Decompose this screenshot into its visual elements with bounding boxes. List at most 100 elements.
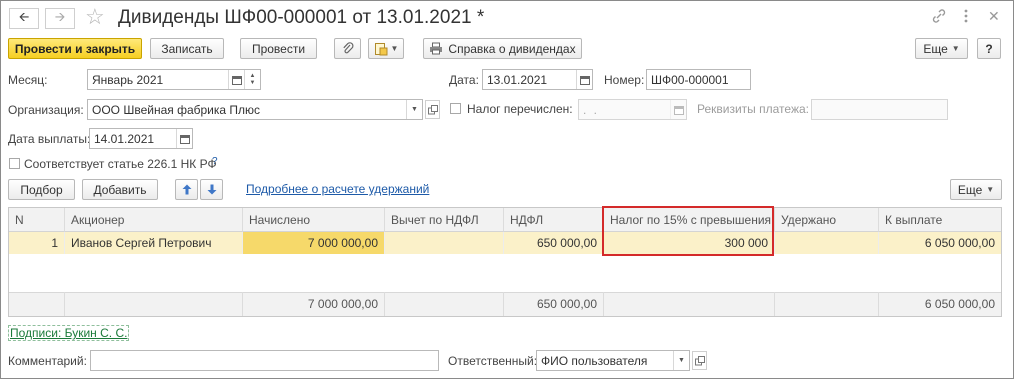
tax-transferred-date-field[interactable]: . . <box>578 99 687 120</box>
open-organization-button[interactable] <box>425 100 440 119</box>
table-more-button[interactable]: Еще ▼ <box>950 179 1002 200</box>
spin-up-icon: ▲ <box>249 72 256 79</box>
link-icon[interactable] <box>931 8 947 24</box>
comment-field[interactable] <box>90 350 439 371</box>
calendar-button[interactable] <box>670 100 686 119</box>
payout-cell[interactable]: 6 050 000,00 <box>879 232 1001 254</box>
column-header-payout[interactable]: К выплате <box>879 208 1001 232</box>
favorite-star-icon[interactable]: ☆ <box>85 5 105 29</box>
column-header-deduction[interactable]: Вычет по НДФЛ <box>385 208 504 232</box>
window-title: Дивиденды ШФ00-000001 от 13.01.2021 * <box>118 7 485 28</box>
arrow-left-icon: 🡨 <box>18 8 30 24</box>
responsible-label: Ответственный: <box>448 354 538 368</box>
responsible-field[interactable]: ФИО пользователя ▼ <box>536 350 690 371</box>
document-window: 🡨 🡪 ☆ Дивиденды ШФ00-000001 от 13.01.202… <box>0 0 1014 379</box>
create-based-on-button[interactable]: ▼ <box>368 38 404 59</box>
total-accrued-cell: 7 000 000,00 <box>243 292 385 316</box>
withheld-cell[interactable] <box>775 232 879 254</box>
calendar-button[interactable] <box>228 70 244 89</box>
pay-date-value: 14.01.2021 <box>94 131 155 146</box>
month-spinner[interactable]: ▲ ▼ <box>244 70 260 89</box>
calendar-icon <box>179 134 190 144</box>
help-button[interactable]: ? <box>977 38 1001 59</box>
organization-field[interactable]: ООО Швейная фабрика Плюс ▼ <box>87 99 423 120</box>
chevron-down-icon: ▼ <box>951 44 960 53</box>
month-value: Январь 2021 <box>92 72 164 87</box>
dividends-table: N Акционер Начислено Вычет по НДФЛ НДФЛ … <box>8 207 1002 317</box>
payment-details-label: Реквизиты платежа: <box>697 102 809 116</box>
more-vertical-icon[interactable] <box>962 7 970 25</box>
column-header-accrued[interactable]: Начислено <box>243 208 385 232</box>
post-and-close-button[interactable]: Провести и закрыть <box>8 38 142 59</box>
payment-details-field[interactable] <box>811 99 948 120</box>
move-down-button[interactable] <box>200 179 223 200</box>
responsible-value: ФИО пользователя <box>541 353 648 368</box>
post-button[interactable]: Провести <box>240 38 317 59</box>
date-field[interactable]: 13.01.2021 <box>482 69 593 90</box>
select-button[interactable]: Подбор <box>8 179 75 200</box>
column-header-ndfl[interactable]: НДФЛ <box>504 208 604 232</box>
number-value: ШФ00-000001 <box>651 72 729 87</box>
tax-transferred-date-value: . . <box>583 102 600 117</box>
month-label: Месяц: <box>8 73 48 87</box>
row-number-cell: 1 <box>9 232 65 254</box>
date-value: 13.01.2021 <box>487 72 548 87</box>
calendar-button[interactable] <box>576 70 592 89</box>
total-n-cell <box>9 292 65 316</box>
chevron-down-icon: ▼ <box>678 357 685 364</box>
shareholder-cell[interactable]: Иванов Сергей Петрович <box>65 232 243 254</box>
tax-transferred-label: Налог перечислен: <box>467 102 573 116</box>
column-header-n[interactable]: N <box>9 208 65 232</box>
month-field[interactable]: Январь 2021 ▲ ▼ <box>87 69 261 90</box>
total-deduction-cell <box>385 292 504 316</box>
date-label: Дата: <box>449 73 479 87</box>
arrow-right-icon: 🡪 <box>54 8 66 24</box>
total-withheld-cell <box>775 292 879 316</box>
move-up-button[interactable] <box>175 179 198 200</box>
number-label: Номер: <box>604 73 645 87</box>
attach-button[interactable] <box>334 38 361 59</box>
open-responsible-button[interactable] <box>692 351 707 370</box>
calendar-icon <box>231 75 242 85</box>
organization-label: Организация: <box>8 103 84 117</box>
forward-button[interactable]: 🡪 <box>45 8 75 29</box>
total-payout-cell: 6 050 000,00 <box>924 297 995 311</box>
responsible-dropdown-button[interactable]: ▼ <box>673 351 689 370</box>
close-icon[interactable]: ✕ <box>988 9 1000 23</box>
more-button[interactable]: Еще ▼ <box>915 38 968 59</box>
deduction-cell[interactable] <box>385 232 504 254</box>
save-button[interactable]: Записать <box>150 38 224 59</box>
total-shareholder-cell <box>65 292 243 316</box>
add-button[interactable]: Добавить <box>82 179 158 200</box>
back-button[interactable]: 🡨 <box>9 8 39 29</box>
arrow-down-icon <box>207 184 217 195</box>
signatures-link[interactable]: Подписи: Букин С. С. <box>8 325 130 341</box>
paperclip-icon <box>342 41 354 56</box>
calendar-button[interactable] <box>176 129 192 148</box>
tax-transferred-checkbox[interactable] <box>450 103 461 114</box>
arrow-up-icon <box>182 184 192 195</box>
spin-down-icon: ▼ <box>249 79 256 86</box>
chevron-down-icon: ▼ <box>390 44 399 53</box>
article-226-help-icon[interactable]: ? <box>212 156 218 167</box>
column-header-withheld[interactable]: Удержано <box>775 208 879 232</box>
ndfl-cell[interactable]: 650 000,00 <box>504 232 604 254</box>
dividend-report-button[interactable]: Справка о дивидендах <box>423 38 582 59</box>
organization-dropdown-button[interactable]: ▼ <box>406 100 422 119</box>
chevron-down-icon: ▼ <box>411 106 418 113</box>
table-more-label: Еще <box>957 182 983 197</box>
dividend-report-label: Справка о дивидендах <box>448 41 576 56</box>
comment-label: Комментарий: <box>8 354 87 368</box>
document-plus-icon <box>374 42 388 56</box>
calculation-details-link[interactable]: Подробнее о расчете удержаний <box>246 182 429 196</box>
total-ndfl-cell: 650 000,00 <box>504 292 604 316</box>
column-header-shareholder[interactable]: Акционер <box>65 208 243 232</box>
pay-date-label: Дата выплаты: <box>8 132 91 146</box>
open-link-icon <box>694 355 705 366</box>
tax15-highlight-frame <box>602 206 774 256</box>
pay-date-field[interactable]: 14.01.2021 <box>89 128 193 149</box>
total-tax15-cell <box>604 292 775 316</box>
number-field[interactable]: ШФ00-000001 <box>646 69 751 90</box>
accrued-cell[interactable]: 7 000 000,00 <box>243 232 385 254</box>
article-226-checkbox[interactable] <box>9 158 20 169</box>
